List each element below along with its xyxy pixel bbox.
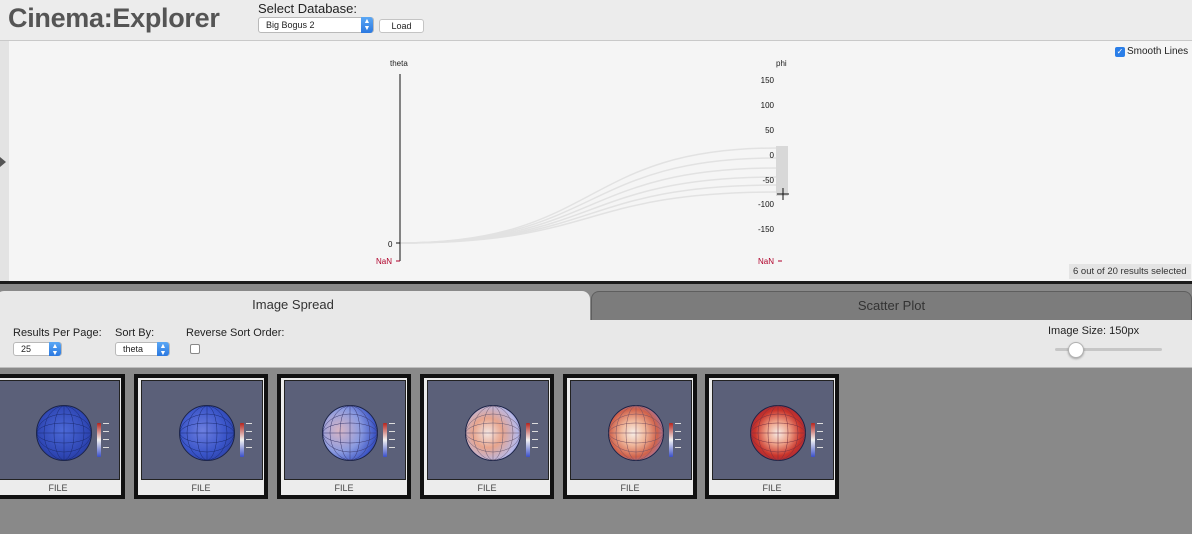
- tick-label-phi-neg150: -150: [758, 225, 775, 234]
- reverse-sort-checkbox[interactable]: [190, 344, 200, 354]
- colorbar-ticks: [817, 423, 825, 457]
- result-label: FILE: [762, 483, 782, 493]
- database-select-value: Big Bogus 2: [266, 20, 315, 30]
- mesh-wireframe: [36, 405, 92, 461]
- colorbar: [240, 423, 244, 457]
- header: Cinema:Explorer Select Database: Big Bog…: [0, 0, 1192, 41]
- result-label: FILE: [48, 483, 68, 493]
- mesh-wireframe: [179, 405, 235, 461]
- nan-label-phi: NaN: [758, 257, 774, 266]
- mesh-wireframe: [465, 405, 521, 461]
- view-tabs: Image Spread Scatter Plot: [0, 287, 1192, 321]
- parallel-coordinates-panel: theta 0 NaN phi 150 100 50 0 -50 -100 -1…: [0, 41, 1192, 284]
- colorbar: [383, 423, 387, 457]
- result-card[interactable]: FILE: [563, 374, 697, 499]
- tick-label-theta-0: 0: [388, 240, 393, 249]
- image-size-label: Image Size: 150px: [1048, 325, 1140, 337]
- reverse-sort-label: Reverse Sort Order:: [186, 327, 285, 339]
- result-image[interactable]: [141, 380, 263, 480]
- colorbar-ticks: [103, 423, 111, 457]
- select-arrows-icon: ▲ ▼: [49, 342, 61, 357]
- load-button[interactable]: Load: [379, 19, 424, 33]
- brush-selection-phi[interactable]: [776, 146, 788, 196]
- tick-label-phi-50: 50: [765, 126, 774, 135]
- colorbar-ticks: [675, 423, 683, 457]
- result-card[interactable]: FILE: [420, 374, 554, 499]
- results-per-page-select[interactable]: 25 ▲ ▼: [13, 342, 62, 357]
- result-image[interactable]: [712, 380, 834, 480]
- smooth-lines-label: Smooth Lines: [1127, 46, 1189, 57]
- result-label: FILE: [334, 483, 354, 493]
- result-image[interactable]: [427, 380, 549, 480]
- tick-label-phi-neg100: -100: [758, 200, 775, 209]
- results-per-page-value: 25: [21, 344, 32, 354]
- select-arrows-icon: ▲ ▼: [157, 342, 169, 357]
- polyline-1: [399, 147, 778, 244]
- smooth-lines-checkbox[interactable]: ✓: [1115, 47, 1125, 57]
- result-label: FILE: [191, 483, 211, 493]
- tick-label-phi-neg50: -50: [762, 176, 774, 185]
- database-label: Select Database:: [258, 1, 358, 16]
- select-arrows-icon: ▲ ▼: [361, 17, 373, 33]
- colorbar-ticks: [246, 423, 254, 457]
- colorbar: [811, 423, 815, 457]
- sort-by-value: theta: [123, 344, 144, 354]
- colorbar-ticks: [532, 423, 540, 457]
- colorbar: [669, 423, 673, 457]
- database-select[interactable]: Big Bogus 2 ▲ ▼: [258, 17, 374, 33]
- result-image[interactable]: [570, 380, 692, 480]
- result-label: FILE: [620, 483, 640, 493]
- nan-label-theta: NaN: [376, 257, 392, 266]
- results-per-page-label: Results Per Page:: [13, 327, 102, 339]
- sort-by-select[interactable]: theta ▲ ▼: [115, 342, 170, 357]
- result-image[interactable]: [284, 380, 406, 480]
- result-image[interactable]: [0, 380, 120, 480]
- colorbar: [97, 423, 101, 457]
- result-card[interactable]: FILE: [705, 374, 839, 499]
- tick-label-phi-100: 100: [761, 101, 775, 110]
- image-size-slider-thumb[interactable]: [1068, 342, 1084, 358]
- sort-by-label: Sort By:: [115, 327, 155, 339]
- tick-label-phi-0: 0: [770, 151, 775, 160]
- image-spread-controls: Results Per Page: 25 ▲ ▼ Sort By: theta ▲…: [0, 320, 1192, 368]
- mesh-wireframe: [322, 405, 378, 461]
- parallel-coordinates-chart[interactable]: theta 0 NaN phi 150 100 50 0 -50 -100 -1…: [0, 41, 1192, 281]
- tab-scatter-plot[interactable]: Scatter Plot: [591, 291, 1192, 321]
- colorbar-ticks: [389, 423, 397, 457]
- axis-title-theta: theta: [390, 59, 408, 68]
- mesh-wireframe: [750, 405, 806, 461]
- result-card[interactable]: FILE: [277, 374, 411, 499]
- axis-title-phi: phi: [776, 59, 787, 68]
- tick-label-phi-150: 150: [761, 76, 775, 85]
- tab-image-spread[interactable]: Image Spread: [0, 291, 590, 321]
- colorbar: [526, 423, 530, 457]
- polyline-6: [399, 191, 778, 244]
- selection-count: 6 out of 20 results selected: [1069, 264, 1191, 279]
- result-card[interactable]: FILE: [0, 374, 125, 499]
- result-label: FILE: [477, 483, 497, 493]
- result-card[interactable]: FILE: [134, 374, 268, 499]
- mesh-wireframe: [608, 405, 664, 461]
- image-spread-grid: FILE FILE FILE FILE FILE FILE: [0, 369, 1192, 534]
- app-title: Cinema:Explorer: [8, 3, 220, 33]
